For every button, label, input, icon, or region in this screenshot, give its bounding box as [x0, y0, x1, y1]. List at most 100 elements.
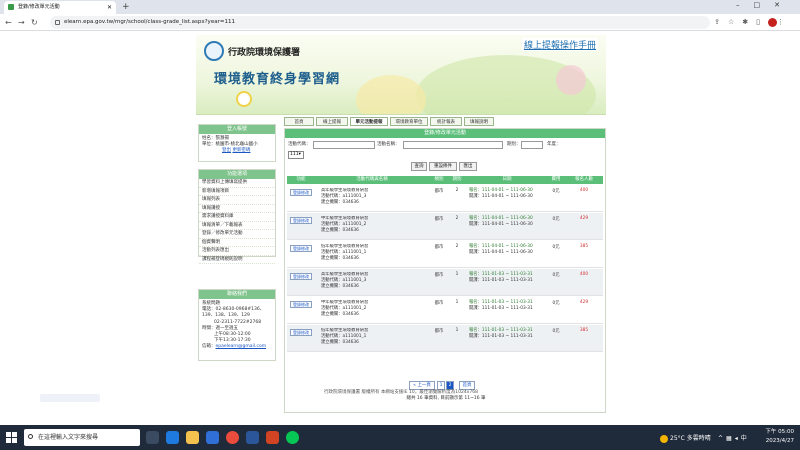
- store-icon[interactable]: [206, 431, 219, 444]
- screen: 登錄/修改單元活動 ✕ + –□✕ ← → ↻ elearn.epa.gov.t…: [0, 0, 800, 450]
- edit-button[interactable]: 登錄修改: [290, 217, 312, 224]
- powerpoint-icon[interactable]: [266, 431, 279, 444]
- col-header: 報名人數: [575, 177, 593, 182]
- activity-unit: 建立機關：034636: [321, 256, 359, 262]
- search-button[interactable]: 查詢: [411, 162, 427, 171]
- table-row: 登錄修改 高年級學生環境教育研習 活動代碼：a111001_3 建立機關：03463…: [287, 185, 603, 212]
- edit-button[interactable]: 登錄修改: [290, 245, 312, 252]
- col-header: 日期: [502, 177, 512, 182]
- tab-instructions[interactable]: 填報說明: [464, 117, 494, 126]
- contact-line: 信箱：: [202, 344, 216, 350]
- export-button[interactable]: 匯出: [459, 162, 477, 171]
- word-icon[interactable]: [246, 431, 259, 444]
- edge-icon[interactable]: [166, 431, 179, 444]
- edit-button[interactable]: 登錄修改: [290, 301, 312, 308]
- year-select[interactable]: 111▾: [288, 151, 304, 159]
- new-tab-icon[interactable]: +: [122, 1, 130, 13]
- logout-link[interactable]: 登出: [222, 148, 231, 153]
- window-controls[interactable]: –□✕: [736, 1, 794, 9]
- tab-online-report[interactable]: 線上提報: [316, 117, 348, 126]
- file-explorer-icon[interactable]: [186, 431, 199, 444]
- weather-widget[interactable]: 25°C 多雲時晴: [660, 433, 711, 443]
- sidebar-icon[interactable]: ▯: [756, 18, 768, 26]
- task-view-icon[interactable]: [146, 431, 159, 444]
- activity-code-input[interactable]: [313, 141, 375, 149]
- site-favicon-icon: [8, 4, 14, 10]
- address-bar: ← → ↻ elearn.epa.gov.tw/mgr/school/class…: [0, 14, 800, 31]
- edit-button[interactable]: 登錄修改: [290, 189, 312, 196]
- activity-info: 低年級學生環境教育研習 活動代碼：a111001_1 建立機關：034636: [321, 328, 431, 347]
- activity-dates: 報名：111-04-01 ~ 111-06-30 開課：111-04-01 ~ 1…: [469, 244, 545, 256]
- edit-button[interactable]: 登錄修改: [290, 273, 312, 280]
- menu-item[interactable]: 填報列表: [199, 196, 275, 205]
- share-icon[interactable]: ⇪: [714, 18, 728, 26]
- menu-item[interactable]: 登錄／修改單元活動: [199, 230, 275, 239]
- open-date: 開課：111-04-01 ~ 111-06-30: [469, 222, 533, 228]
- menu-item[interactable]: 學習資料上傳填寫提供: [199, 179, 275, 188]
- col-header: 費用: [551, 177, 561, 182]
- table-row: 登錄修改 中年級學生環境教育研習 活動代碼：a111001_2 建立機關：03463…: [287, 297, 603, 324]
- browser-tab[interactable]: 登錄/修改單元活動 ✕: [4, 1, 116, 14]
- menu-item[interactable]: 個資聲明: [199, 239, 275, 247]
- page-footer: 行政院環境保護署 版權所有 本網站支援IE 10，最佳瀏覽解析度為1024x76…: [324, 390, 478, 395]
- forward-icon[interactable]: →: [18, 16, 25, 29]
- activity-info: 高年級學生環境教育研習 活動代碼：a111001_3 建立機關：034636: [321, 188, 431, 207]
- close-tab-icon[interactable]: ✕: [107, 1, 112, 14]
- activity-type: 都市: [434, 329, 444, 334]
- change-password-link[interactable]: 更新密碼: [232, 148, 250, 153]
- activity-dates: 報名：111-01-03 ~ 111-03-31 開課：111-01-03 ~ 1…: [469, 300, 545, 312]
- hover-tooltip: [40, 394, 100, 402]
- ime-icon[interactable]: 中: [741, 435, 750, 442]
- chrome-icon[interactable]: [226, 431, 239, 444]
- edit-button[interactable]: 登錄修改: [290, 329, 312, 336]
- tab-activity-report[interactable]: 單元活動提報: [350, 117, 388, 126]
- signup-count: 385: [579, 244, 589, 249]
- system-tray[interactable]: ^▦◂中: [718, 433, 750, 442]
- email-link[interactable]: epaelearn@gmail.com: [216, 344, 267, 349]
- menu-item[interactable]: 需求講授資料庫: [199, 213, 275, 222]
- activity-name-input[interactable]: [403, 141, 503, 149]
- tab-edu-unit[interactable]: 環境教育單位: [390, 117, 428, 126]
- tab-stats[interactable]: 統計報表: [430, 117, 462, 126]
- weather-text: 25°C 多雲時晴: [670, 435, 711, 442]
- menu-item[interactable]: 活動列表匯出: [199, 247, 275, 256]
- clock[interactable]: 下午 05:00 2023/4/27: [765, 428, 794, 446]
- activity-type: 都市: [434, 245, 444, 250]
- chevron-up-icon[interactable]: ^: [718, 435, 726, 442]
- activity-fee: 0元: [552, 301, 560, 306]
- browser-toolbar-icons[interactable]: ⇪☆✱▯ ⋮: [714, 16, 792, 29]
- manual-link[interactable]: 線上提報操作手冊: [522, 38, 599, 51]
- activity-type: 都市: [434, 301, 444, 306]
- activity-unit: 建立機關：034636: [321, 284, 359, 290]
- activity-period: 1: [455, 328, 459, 333]
- bookmark-star-icon[interactable]: ☆: [728, 18, 742, 26]
- taskbar-search-input[interactable]: 在這裡輸入文字來搜尋: [24, 429, 140, 446]
- tab-home[interactable]: 首頁: [284, 117, 314, 126]
- menu-item[interactable]: 新增填報項目: [199, 188, 275, 196]
- profile-avatar[interactable]: [768, 17, 777, 27]
- user-unit: 桃園市-桃北龜山國小: [215, 142, 258, 148]
- banner-decoration: [356, 75, 426, 114]
- reload-icon[interactable]: ↻: [31, 16, 38, 29]
- menu-item[interactable]: 課程補登碼規則說明: [199, 256, 275, 264]
- menu-item[interactable]: 填報清單／下載報表: [199, 222, 275, 230]
- activity-type: 都市: [434, 217, 444, 222]
- back-icon[interactable]: ←: [5, 16, 12, 29]
- line-icon[interactable]: [286, 431, 299, 444]
- activity-dates: 報名：111-04-01 ~ 111-06-30 開課：111-04-01 ~ 1…: [469, 216, 545, 228]
- extensions-icon[interactable]: ✱: [742, 18, 756, 26]
- period-input[interactable]: [521, 141, 543, 149]
- windows-start-icon[interactable]: [6, 432, 17, 443]
- menu-item[interactable]: 填報講授: [199, 205, 275, 213]
- network-icon[interactable]: ▦: [726, 435, 735, 442]
- url-input[interactable]: elearn.epa.gov.tw/mgr/school/class-grade…: [50, 16, 710, 29]
- menu-icon[interactable]: ⋮: [777, 18, 792, 26]
- clock-time: 下午 05:00: [765, 429, 794, 435]
- activity-info: 中年級學生環境教育研習 活動代碼：a111001_2 建立機關：034636: [321, 216, 431, 235]
- activity-info: 高年級學生環境教育研習 活動代碼：a111001_3 建立機關：034636: [321, 272, 431, 291]
- activity-fee: 0元: [552, 329, 560, 334]
- activity-period: 2: [455, 216, 459, 221]
- activity-fee: 0元: [552, 189, 560, 194]
- search-placeholder: 在這裡輸入文字來搜尋: [38, 434, 99, 441]
- reset-button[interactable]: 重設條件: [429, 162, 457, 171]
